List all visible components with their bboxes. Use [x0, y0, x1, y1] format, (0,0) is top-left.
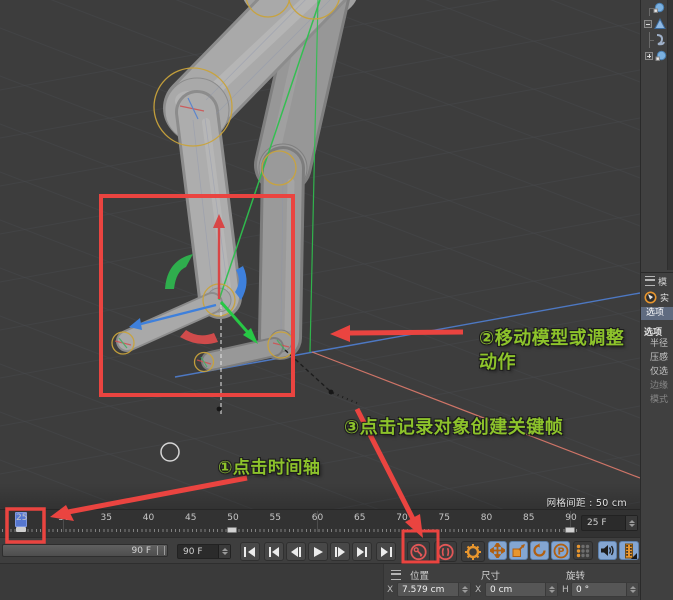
- timeline-frame-label: 85: [523, 513, 535, 523]
- option-mode[interactable]: 模式: [641, 393, 673, 407]
- timeline-frame-label: 90: [565, 513, 577, 523]
- tool-name-label: 实: [660, 294, 670, 304]
- option-pressure[interactable]: 压感: [641, 351, 673, 365]
- bottom-status-bar: 位置 尺寸 旋转 X 7.579 cm X 0 cm H 0 °: [0, 563, 640, 600]
- timeline-scrollbar[interactable]: 90 F: [2, 544, 168, 557]
- timeline-frame-label: 75: [438, 513, 450, 523]
- record-position-button[interactable]: [488, 541, 507, 560]
- autokeying-button[interactable]: [434, 541, 457, 562]
- go-to-start-button[interactable]: [240, 542, 260, 561]
- character-legs-model[interactable]: [116, 0, 358, 371]
- joint-icon: [655, 50, 667, 61]
- attribute-menu-row[interactable]: 模: [641, 273, 673, 289]
- rotation-h-field[interactable]: 0 °: [571, 582, 639, 597]
- floor-contact-dot: [216, 406, 222, 412]
- grid-spacing-label: 网格间距 : 50 cm: [546, 498, 627, 509]
- timeline-frame-label: 45: [185, 513, 197, 523]
- timeline-frame-label: 25: [16, 513, 28, 523]
- size-title: 尺寸: [481, 571, 501, 582]
- timeline-frame-label: 50: [227, 513, 239, 523]
- go-to-next-frame-button[interactable]: [330, 542, 350, 561]
- menu-icon[interactable]: [645, 276, 655, 286]
- point-level-animation-button[interactable]: [573, 541, 593, 560]
- sound-button[interactable]: [598, 541, 617, 560]
- size-axis-label: X: [475, 585, 482, 595]
- record-scale-button[interactable]: [509, 541, 528, 560]
- rotation-title: 旋转: [566, 571, 586, 582]
- option-visible-only[interactable]: 仅选: [641, 365, 673, 379]
- viewport-scene: [0, 0, 640, 509]
- timeline-frame-label: 65: [354, 513, 366, 523]
- joint-icon: [653, 2, 665, 13]
- option-radius[interactable]: 半径: [641, 337, 673, 351]
- timeline-key-marker[interactable]: [565, 527, 576, 533]
- object-manager[interactable]: [641, 0, 673, 273]
- record-parameter-button[interactable]: P: [551, 541, 570, 560]
- range-end-field[interactable]: 90 F: [177, 544, 231, 559]
- timeline-key-marker[interactable]: [227, 527, 238, 533]
- gizmo-rotate-band-red[interactable]: [180, 330, 218, 345]
- range-spinner[interactable]: [218, 545, 230, 558]
- range-end-label: 90 F: [131, 545, 152, 556]
- tab-options[interactable]: 选项: [641, 307, 673, 320]
- viewport-3d[interactable]: 网格间距 : 50 cm: [0, 0, 640, 509]
- ik-tag-icon: [656, 34, 665, 46]
- timeline-frame-label: 30: [58, 513, 70, 523]
- go-to-previous-key-button[interactable]: [264, 542, 284, 561]
- timeline-playhead-handle[interactable]: [16, 527, 26, 532]
- keyframe-presets-button[interactable]: [619, 541, 639, 560]
- position-x-field[interactable]: 7.579 cm: [397, 582, 471, 597]
- go-to-end-button[interactable]: [376, 542, 396, 561]
- timeline-ruler[interactable]: 25 F 25 30 35 40 45 50 55 60 65 70 75 80 85 90: [0, 509, 640, 537]
- frame-spinner[interactable]: [625, 516, 637, 530]
- mode-menu-label[interactable]: 模: [658, 275, 667, 288]
- collapse-icon[interactable]: [644, 20, 652, 28]
- floor-contact-dot-2: [328, 389, 334, 395]
- scrollbar-grip[interactable]: [157, 546, 165, 555]
- record-rotation-button[interactable]: [530, 541, 549, 560]
- go-to-next-key-button[interactable]: [352, 542, 372, 561]
- svg-text:P: P: [557, 546, 564, 557]
- size-x-spinner[interactable]: [545, 583, 557, 596]
- coordinates-panel: 位置 尺寸 旋转 X 7.579 cm X 0 cm H 0 °: [383, 564, 640, 600]
- current-frame-field[interactable]: 25 F: [581, 515, 638, 531]
- position-axis-label: X: [387, 585, 394, 595]
- transport-toolbar: 90 F 90 F P: [0, 537, 640, 563]
- coordinates-menu-icon[interactable]: [391, 570, 401, 580]
- position-title: 位置: [410, 571, 430, 582]
- timeline-frame-label: 40: [142, 513, 155, 523]
- size-x-field[interactable]: 0 cm: [485, 582, 558, 597]
- object-manager-scrollbar[interactable]: [667, 0, 673, 270]
- record-keyframe-button[interactable]: [407, 541, 430, 562]
- rotation-h-spinner[interactable]: [626, 583, 638, 596]
- go-to-previous-frame-button[interactable]: [286, 542, 306, 561]
- selection-brush-cursor: [160, 442, 180, 462]
- live-selection-tool-icon: [644, 291, 657, 304]
- right-panel-column: 模 实 选项 选项 半径 压感 仅选 边缘 模式: [640, 0, 673, 600]
- timeline-frame-label: 70: [396, 513, 408, 523]
- rotation-axis-label: H: [562, 585, 569, 595]
- play-forward-button[interactable]: [308, 542, 328, 561]
- gizmo-rotate-band-green[interactable]: [165, 254, 193, 289]
- tool-header-row: 实: [641, 289, 673, 306]
- keyframe-selection-button[interactable]: [461, 541, 485, 562]
- timeline-frame-label: 60: [311, 513, 324, 523]
- timeline-frame-label: 55: [269, 513, 281, 523]
- target-line-dotted: [332, 392, 358, 404]
- options-section-title: 选项: [644, 328, 663, 338]
- timeline-frame-label: 35: [100, 513, 112, 523]
- cinema4d-window: 网格间距 : 50 cm 模 实 选项 选项 半径 压感 仅选 边缘 模式 25…: [0, 0, 673, 600]
- timeline-frame-label: 80: [480, 513, 493, 523]
- expand-icon[interactable]: [645, 52, 653, 60]
- cone-icon: [654, 18, 666, 29]
- attribute-manager: 模 实 选项 选项 半径 压感 仅选 边缘 模式: [641, 273, 673, 407]
- option-edge[interactable]: 边缘: [641, 379, 673, 393]
- timeline-minor-ticks: [2, 529, 580, 532]
- position-x-spinner[interactable]: [458, 583, 470, 596]
